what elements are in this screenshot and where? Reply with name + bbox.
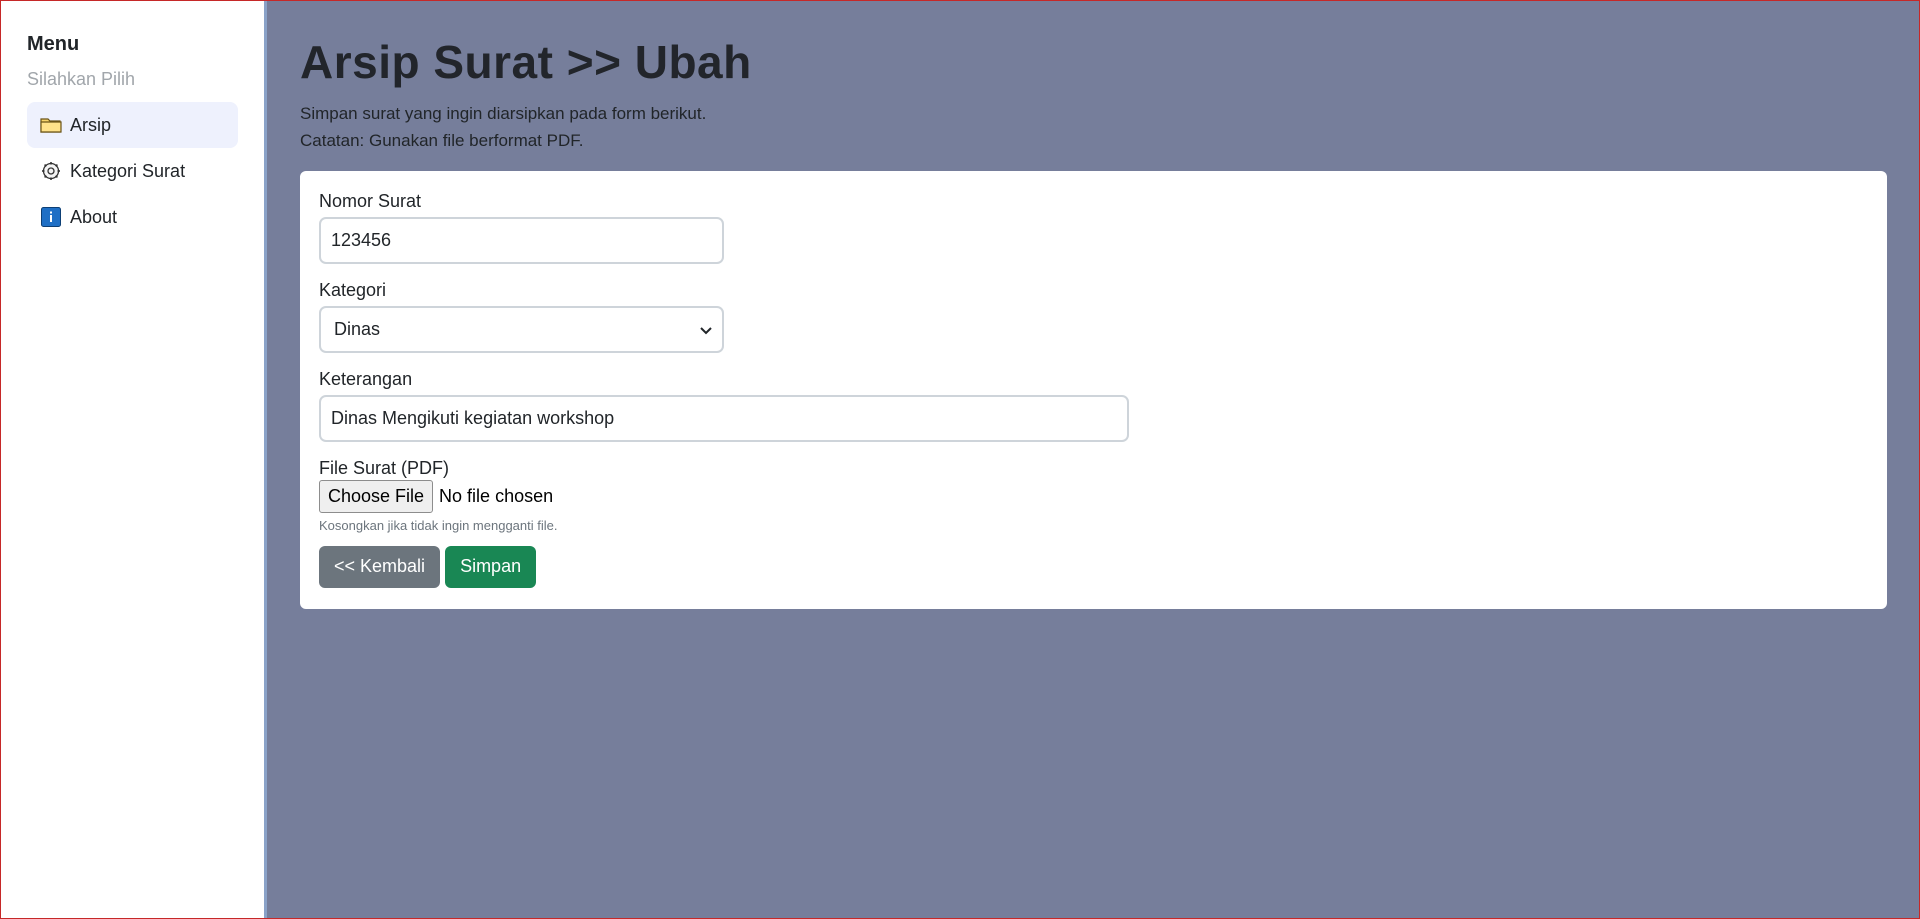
note-line: Catatan: Gunakan file berformat PDF. [300,130,584,150]
chevron-down-icon [700,319,712,340]
page-title: Arsip Surat >> Ubah [300,36,752,88]
file-group: File Surat (PDF) Choose File No file cho… [319,458,1868,533]
kategori-selected-value: Dinas [334,318,381,339]
sidebar-subtitle: Silahkan Pilih [27,69,136,89]
description-line: Simpan surat yang ingin diarsipkan pada … [300,103,707,123]
file-hint: Kosongkan jika tidak ingin mengganti fil… [319,517,558,533]
sidebar-title: Menu [27,33,80,55]
sidebar-item-label: About [70,206,118,227]
sidebar-item-arsip[interactable]: Arsip [27,102,238,148]
page-description: Simpan surat yang ingin diarsipkan pada … [300,100,1887,154]
kategori-select[interactable]: Dinas [319,305,724,353]
info-icon [40,206,62,228]
sidebar-item-kategori-surat[interactable]: Kategori Surat [27,148,238,194]
choose-file-button[interactable]: Choose File [319,479,434,513]
sidebar-item-about[interactable]: About [27,194,238,240]
kategori-label: Kategori [319,279,387,300]
nomor-surat-input[interactable]: 123456 [319,216,724,264]
keterangan-group: Keterangan Dinas Mengikuti kegiatan work… [319,369,1868,442]
file-label: File Surat (PDF) [319,457,450,478]
back-button[interactable]: << Kembali [319,545,441,588]
sidebar-item-label: Kategori Surat [70,160,186,181]
keterangan-input[interactable]: Dinas Mengikuti kegiatan workshop [319,394,1129,442]
app-window: Menu Silahkan Pilih Arsip Kategori Surat… [0,0,1920,919]
keterangan-value: Dinas Mengikuti kegiatan workshop [331,407,615,428]
save-button[interactable]: Simpan [445,545,537,588]
sidebar: Menu Silahkan Pilih Arsip Kategori Surat… [1,1,267,918]
file-input: Choose File No file chosen [319,479,1868,513]
keterangan-label: Keterangan [319,368,413,389]
file-status: No file chosen [439,485,554,506]
sidebar-item-label: Arsip [70,114,112,135]
nomor-surat-group: Nomor Surat 123456 [319,191,1868,264]
gear-icon [40,160,62,182]
main-content: Arsip Surat >> Ubah Simpan surat yang in… [267,1,1919,918]
form-card: Nomor Surat 123456 Kategori Dinas Ketera… [300,170,1887,609]
kategori-group: Kategori Dinas [319,280,1868,353]
folder-icon [40,114,62,136]
nomor-surat-value: 123456 [331,229,392,250]
nomor-surat-label: Nomor Surat [319,190,422,211]
form-actions: << Kembali Simpan [319,545,1868,588]
